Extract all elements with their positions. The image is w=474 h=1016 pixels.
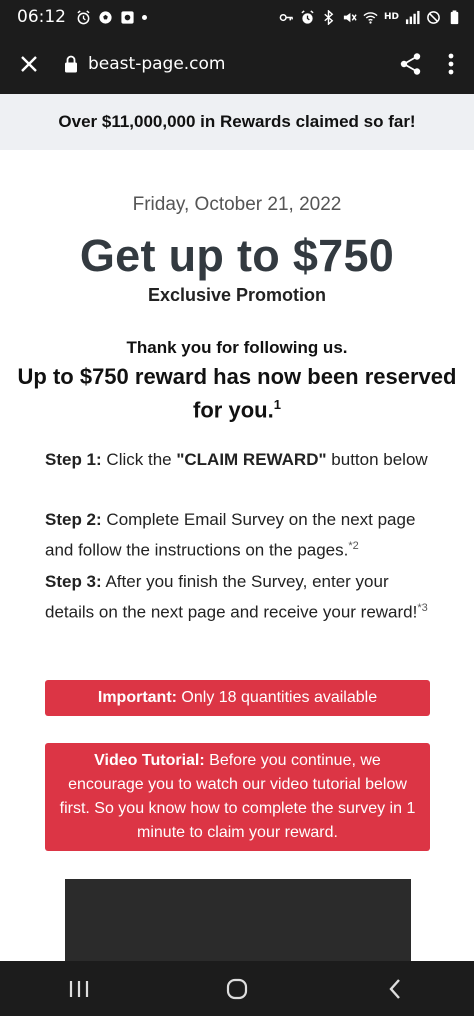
video-player[interactable] — [65, 879, 411, 961]
dot-icon — [142, 14, 147, 20]
page-subheadline: Exclusive Promotion — [147, 285, 327, 305]
browser-toolbar: beast-page.com — [0, 34, 474, 94]
step-1-claim-label: "CLAIM REWARD" — [176, 450, 327, 469]
mute-icon — [343, 12, 357, 22]
important-text: Only 18 quantities available — [176, 689, 378, 706]
rewards-banner: Over $11,000,000 in Rewards claimed so f… — [0, 94, 474, 150]
video-tutorial-label: Video Tutorial: — [94, 752, 205, 769]
lock-icon — [65, 55, 77, 73]
important-label: Important: — [97, 689, 177, 706]
close-icon — [21, 56, 37, 72]
close-button[interactable] — [14, 49, 44, 79]
share-button[interactable] — [396, 49, 426, 79]
reserved-text: Up to $750 reward has now been reserved … — [10, 363, 464, 424]
step-3-label: Step 3: — [45, 572, 102, 591]
share-icon — [400, 53, 421, 75]
step-3: Step 3: After you finish the Survey, ent… — [45, 568, 435, 626]
step-2-footnote: *2 — [348, 540, 359, 552]
alarm-icon — [301, 9, 314, 24]
step-1-text-a: Click the — [101, 450, 177, 469]
status-bar: 06:12 HD — [0, 0, 474, 34]
key-icon — [279, 13, 293, 21]
dnd-icon — [427, 10, 440, 24]
thanks-text: Thank you for following us. — [126, 338, 348, 357]
step-1-text-b: button below — [326, 450, 428, 469]
back-icon — [389, 978, 400, 999]
video-tutorial-alert: Video Tutorial: Before you continue, we … — [45, 743, 430, 851]
signal-icon — [405, 10, 420, 24]
page-date: Friday, October 21, 2022 — [132, 194, 342, 215]
home-icon — [226, 978, 248, 999]
status-icons-right: HD — [279, 9, 462, 25]
important-alert: Important: Only 18 quantities available — [45, 680, 430, 716]
page-content: Friday, October 21, 2022 Get up to $750 … — [0, 150, 474, 961]
system-nav-bar — [0, 961, 474, 1016]
soccer-ball-icon — [99, 10, 112, 24]
step-2-label: Step 2: — [45, 510, 102, 529]
more-options-button[interactable] — [442, 49, 460, 79]
url-text: beast-page.com — [88, 54, 226, 74]
home-button[interactable] — [212, 969, 262, 1009]
bluetooth-icon — [324, 9, 334, 25]
step-2: Step 2: Complete Email Survey on the nex… — [45, 506, 435, 564]
status-time: 06:12 — [17, 7, 66, 27]
wifi-icon — [363, 11, 378, 24]
app-notification-icon — [121, 10, 134, 24]
url-bar[interactable]: beast-page.com — [64, 54, 226, 74]
step-1: Step 1: Click the "CLAIM REWARD" button … — [45, 446, 435, 473]
step-3-text: After you finish the Survey, enter your … — [45, 572, 418, 622]
alarm-icon — [77, 9, 90, 24]
status-icons-left — [76, 9, 147, 25]
recent-apps-icon — [69, 980, 89, 997]
recent-apps-button[interactable] — [54, 969, 104, 1009]
more-vert-icon — [448, 53, 454, 75]
reserved-message: Up to $750 reward has now been reserved … — [17, 364, 457, 423]
battery-icon — [450, 9, 459, 24]
page-headline: Get up to $750 — [79, 230, 395, 281]
step-3-footnote: *3 — [417, 602, 428, 614]
reserved-footnote: 1 — [273, 397, 281, 412]
back-button[interactable] — [370, 969, 420, 1009]
step-1-label: Step 1: — [45, 450, 102, 469]
hd-label: HD — [383, 12, 399, 22]
